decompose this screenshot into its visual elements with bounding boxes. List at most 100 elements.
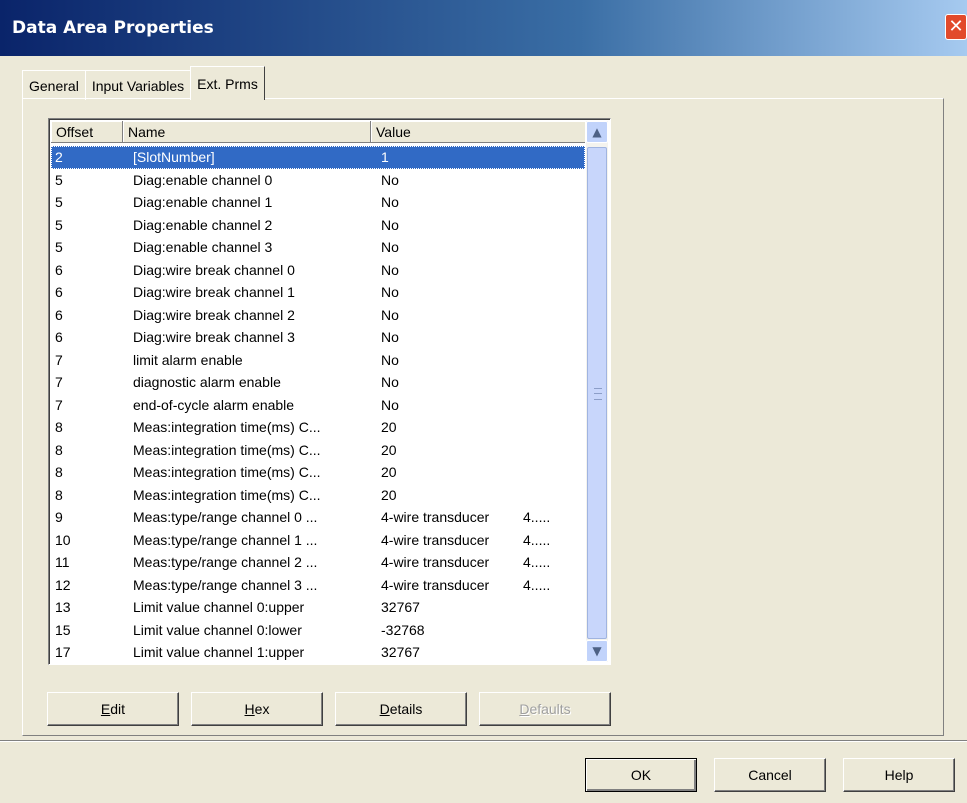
list-item[interactable]: 6 Diag:wire break channel 3 No <box>51 326 585 349</box>
cell-name: Meas:integration time(ms) C... <box>133 419 321 435</box>
close-icon[interactable]: ✕ <box>945 14 967 40</box>
tab-ext-prms[interactable]: Ext. Prms <box>190 66 265 100</box>
cell-name: Diag:wire break channel 3 <box>133 329 295 345</box>
list-item[interactable]: 11 Meas:type/range channel 2 ... 4-wire tr… <box>51 551 585 574</box>
cell-value: 20 <box>381 419 397 435</box>
cell-offset: 11 <box>55 554 70 570</box>
cell-offset: 5 <box>55 194 63 210</box>
cell-value: No <box>381 306 399 323</box>
cell-offset: 5 <box>55 216 63 233</box>
tab-label: Input Variables <box>91 77 185 94</box>
tab-input-variables[interactable]: Input Variables <box>84 70 192 100</box>
cell-offset: 10 <box>55 531 71 548</box>
list-item[interactable]: 10 Meas:type/range channel 1 ... 4-wire tr… <box>51 529 585 552</box>
cell-offset: 9 <box>55 509 63 525</box>
chevron-down-icon[interactable]: ▼ <box>586 640 608 662</box>
column-header-offset[interactable]: Offset <box>51 121 123 143</box>
cell-offset: 15 <box>55 621 71 638</box>
list-item[interactable]: 7 limit alarm enable No <box>51 349 585 372</box>
defaults-label: efaults <box>529 701 571 717</box>
list-item[interactable]: 8 Meas:integration time(ms) C... 20 <box>51 484 585 507</box>
details-button[interactable]: Details <box>335 692 467 726</box>
cell-value: No <box>381 329 399 345</box>
cell-name: Diag:enable channel 3 <box>133 239 273 255</box>
list-item[interactable]: 6 Diag:wire break channel 2 No <box>51 304 585 327</box>
cell-extra: 4..... <box>523 509 551 525</box>
column-header-value[interactable]: Value <box>371 121 585 143</box>
cell-value: 20 <box>381 464 397 480</box>
list-item[interactable]: 6 Diag:wire break channel 0 No <box>51 259 585 282</box>
cell-extra <box>523 326 583 349</box>
cell-name: Meas:integration time(ms) C... <box>133 486 321 503</box>
edit-button[interactable]: Edit <box>47 692 179 726</box>
list-item[interactable]: 7 end-of-cycle alarm enable No <box>51 394 585 417</box>
list-item[interactable]: 17 Limit value channel 1:upper 32767 <box>51 641 585 664</box>
column-header-name[interactable]: Name <box>123 121 371 143</box>
cell-name: Diag:enable channel 1 <box>133 194 273 210</box>
list-item[interactable]: 7 diagnostic alarm enable No <box>51 371 585 394</box>
tab-label: Ext. Prms <box>197 75 258 92</box>
list-item[interactable]: 5 Diag:enable channel 3 No <box>51 236 585 259</box>
cell-offset: 8 <box>55 464 63 480</box>
list-item[interactable]: 5 Diag:enable channel 2 No <box>51 214 585 237</box>
list-item[interactable]: 6 Diag:wire break channel 1 No <box>51 281 585 304</box>
cell-value: No <box>381 284 399 300</box>
cell-offset: 2 <box>55 149 63 165</box>
cell-offset: 5 <box>55 171 63 188</box>
cell-offset: 13 <box>55 599 71 615</box>
edit-accelerator: E <box>100 701 111 717</box>
details-accelerator: D <box>379 701 390 717</box>
cell-extra <box>523 461 583 484</box>
help-button[interactable]: Help <box>843 758 955 792</box>
cell-value: No <box>381 396 399 413</box>
hex-button[interactable]: Hex <box>191 692 323 726</box>
parameter-list[interactable]: Offset Name Value 2 [SlotNumber] 1 5 Diag:en… <box>48 118 611 665</box>
scrollbar-thumb[interactable] <box>587 147 607 639</box>
defaults-accelerator: D <box>519 701 530 717</box>
cell-value: No <box>381 374 399 390</box>
cell-offset: 17 <box>55 644 71 660</box>
tab-strip: General Input Variables Ext. Prms <box>22 64 265 100</box>
cell-extra <box>523 349 583 372</box>
list-item[interactable]: 9 Meas:type/range channel 0 ... 4-wire tra… <box>51 506 585 529</box>
cell-name: limit alarm enable <box>133 351 243 368</box>
cell-value: No <box>381 239 399 255</box>
ok-button[interactable]: OK <box>585 758 697 792</box>
list-item[interactable]: 5 Diag:enable channel 1 No <box>51 191 585 214</box>
list-item[interactable]: 8 Meas:integration time(ms) C... 20 <box>51 416 585 439</box>
list-item[interactable]: 13 Limit value channel 0:upper 32767 <box>51 596 585 619</box>
cell-offset: 8 <box>55 486 63 503</box>
cell-value: 32767 <box>381 644 420 660</box>
cell-name: Limit value channel 0:lower <box>133 621 302 638</box>
cell-offset: 6 <box>55 261 63 278</box>
cell-name: Meas:type/range channel 2 ... <box>133 554 318 570</box>
cell-name: Diag:wire break channel 2 <box>133 306 295 323</box>
vertical-scrollbar[interactable]: ▲ ▼ <box>586 121 608 662</box>
list-item[interactable]: 8 Meas:integration time(ms) C... 20 <box>51 461 585 484</box>
cell-value: 20 <box>381 441 397 458</box>
cancel-button[interactable]: Cancel <box>714 758 826 792</box>
cell-extra <box>523 416 583 439</box>
title-bar: Data Area Properties ✕ <box>0 0 967 56</box>
cell-value: 1 <box>381 149 389 165</box>
cell-extra <box>523 439 583 462</box>
list-item[interactable]: 5 Diag:enable channel 0 No <box>51 169 585 192</box>
cell-value: No <box>381 216 399 233</box>
cell-offset: 7 <box>55 351 63 368</box>
cell-extra <box>523 169 583 192</box>
chevron-up-icon[interactable]: ▲ <box>586 121 608 143</box>
cell-extra <box>523 484 583 507</box>
tab-general[interactable]: General <box>22 70 86 100</box>
cell-offset: 7 <box>55 374 63 390</box>
cell-value: No <box>381 194 399 210</box>
cell-name: Meas:type/range channel 0 ... <box>133 509 318 525</box>
defaults-button: Defaults <box>479 692 611 726</box>
list-item[interactable]: 12 Meas:type/range channel 3 ... 4-wire tr… <box>51 574 585 597</box>
cell-value: 4-wire transducer <box>381 554 490 570</box>
grip-icon <box>594 388 602 400</box>
list-item[interactable]: 8 Meas:integration time(ms) C... 20 <box>51 439 585 462</box>
hex-accelerator: H <box>244 701 255 717</box>
list-item[interactable]: 15 Limit value channel 0:lower -32768 <box>51 619 585 642</box>
cell-offset: 6 <box>55 329 63 345</box>
list-item[interactable]: 2 [SlotNumber] 1 <box>51 146 585 169</box>
